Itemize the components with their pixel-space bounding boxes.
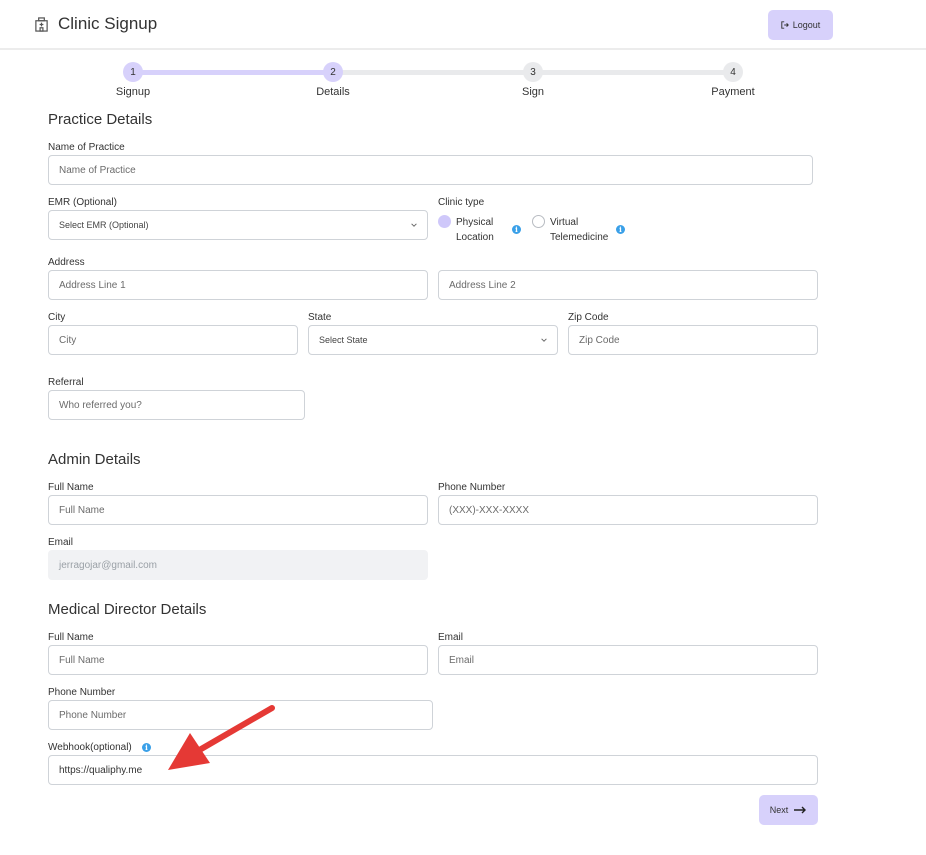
admin-full-name-label: Full Name [48, 482, 94, 493]
director-full-name-input[interactable]: Full Name [48, 645, 428, 675]
step-1-circle: 1 [123, 62, 143, 82]
chevron-down-icon [411, 223, 417, 227]
step-2-circle: 2 [323, 62, 343, 82]
logout-icon [781, 21, 789, 29]
step-2-label: Details [316, 86, 350, 98]
step-3-circle: 3 [523, 62, 543, 82]
state-label: State [308, 312, 332, 323]
info-icon[interactable]: i [616, 225, 625, 234]
progress-stepper: 1 2 3 4 Signup Details Sign Payment [0, 62, 926, 102]
top-header: Clinic Signup Logout [0, 0, 926, 50]
practice-details-heading: Practice Details [48, 111, 153, 128]
virtual-telemedicine-label: Virtual Telemedicine [550, 217, 609, 243]
director-email-label: Email [438, 632, 464, 643]
emr-select[interactable]: Select EMR (Optional) [48, 210, 428, 240]
zip-code-input[interactable]: Zip Code [568, 325, 818, 355]
radio-physical-location[interactable] [438, 215, 451, 228]
physical-location-label: Physical Location [456, 217, 494, 243]
admin-email-field: jerragojar@gmail.com [48, 550, 428, 580]
brand: Clinic Signup [34, 14, 157, 34]
next-label: Next [769, 805, 789, 815]
next-button[interactable]: Next [759, 795, 818, 825]
logout-button[interactable]: Logout [768, 10, 833, 40]
medical-director-heading: Medical Director Details [48, 601, 207, 618]
clinic-type-label: Clinic type [438, 197, 485, 208]
city-input[interactable]: City [48, 325, 298, 355]
zip-code-label: Zip Code [568, 312, 609, 323]
referral-input[interactable]: Who referred you? [48, 390, 305, 420]
info-icon[interactable]: i [512, 225, 521, 234]
chevron-down-icon [541, 338, 547, 342]
emr-label: EMR (Optional) [48, 197, 117, 208]
address-line-1-input[interactable]: Address Line 1 [48, 270, 428, 300]
admin-email-label: Email [48, 537, 74, 548]
arrow-right-icon [794, 806, 807, 814]
director-phone-input[interactable]: Phone Number [48, 700, 433, 730]
info-icon[interactable]: i [142, 743, 151, 752]
admin-phone-input[interactable]: (XXX)-XXX-XXXX [438, 495, 818, 525]
director-full-name-label: Full Name [48, 632, 94, 643]
step-3-label: Sign [521, 86, 545, 98]
step-4-label: Payment [711, 86, 755, 98]
webhook-input[interactable]: https://qualiphy.me [48, 755, 818, 785]
step-4-circle: 4 [723, 62, 743, 82]
app-title: Clinic Signup [58, 14, 158, 33]
admin-phone-label: Phone Number [438, 482, 506, 493]
city-label: City [48, 312, 66, 323]
practice-name-label: Name of Practice [48, 142, 125, 153]
practice-name-input[interactable]: Name of Practice [48, 155, 813, 185]
referral-label: Referral [48, 377, 84, 388]
address-label: Address [48, 257, 85, 268]
logout-label: Logout [792, 20, 821, 30]
director-phone-label: Phone Number [48, 687, 116, 698]
step-1-label: Signup [115, 86, 151, 98]
hospital-icon [35, 16, 48, 32]
radio-virtual-telemedicine[interactable] [532, 215, 545, 228]
stepper-track-done [133, 70, 333, 75]
address-line-2-input[interactable]: Address Line 2 [438, 270, 818, 300]
admin-full-name-input[interactable]: Full Name [48, 495, 428, 525]
webhook-label: Webhook(optional) [48, 742, 132, 753]
director-email-input[interactable]: Email [438, 645, 818, 675]
admin-details-heading: Admin Details [48, 451, 141, 468]
state-select[interactable]: Select State [308, 325, 558, 355]
